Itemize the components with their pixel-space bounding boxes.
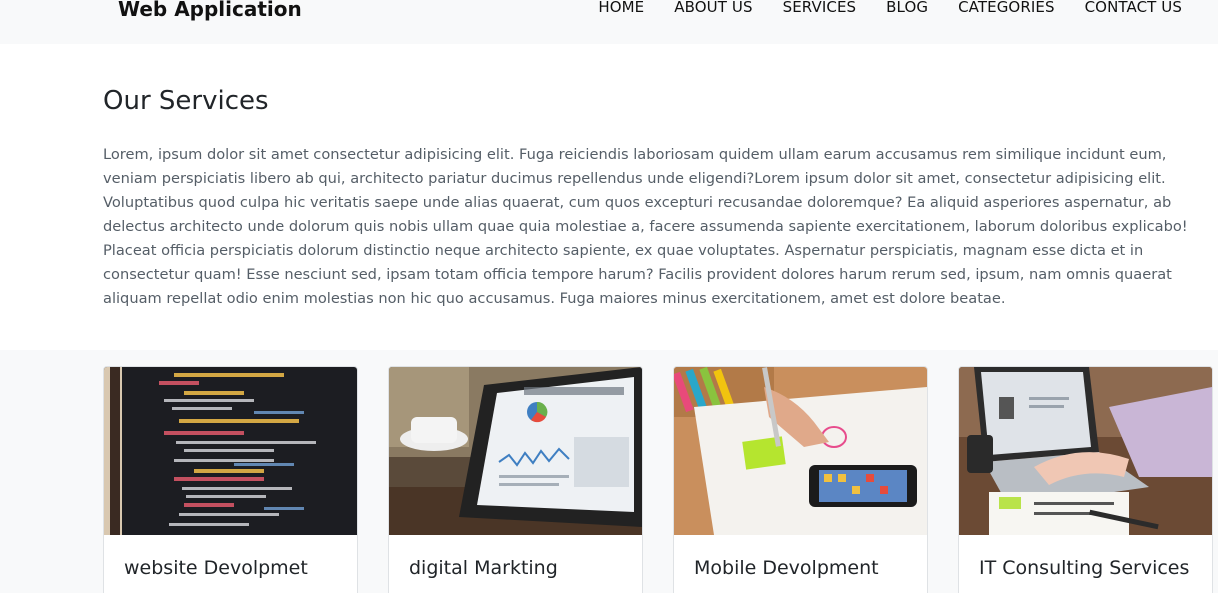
service-card-mobile-development[interactable]: Mobile Devolpment — [673, 366, 928, 593]
sketching-wireframes-image — [674, 367, 927, 535]
nav-link-about-us[interactable]: ABOUT US — [674, 0, 752, 16]
brand-logo[interactable]: Web Application — [118, 0, 302, 21]
navbar: Web Application HOME ABOUT US SERVICES B… — [0, 0, 1218, 44]
service-card-website[interactable]: website Devolpmet — [103, 366, 358, 593]
services-intro-section: Our Services Lorem, ipsum dolor sit amet… — [0, 44, 1218, 350]
service-card-it-consulting[interactable]: IT Consulting Services — [958, 366, 1213, 593]
service-card-title: website Devolpmet — [124, 557, 308, 579]
service-card-title: IT Consulting Services — [979, 557, 1190, 579]
nav-link-blog[interactable]: BLOG — [886, 0, 928, 16]
services-description: Lorem, ipsum dolor sit amet consectetur … — [103, 146, 1188, 307]
nav-links: HOME ABOUT US SERVICES BLOG CATEGORIES C… — [598, 0, 1182, 16]
tablet-analytics-image — [389, 367, 642, 535]
nav-link-categories[interactable]: CATEGORIES — [958, 0, 1055, 16]
nav-link-services[interactable]: SERVICES — [783, 0, 857, 16]
services-heading: Our Services — [103, 86, 269, 116]
nav-link-home[interactable]: HOME — [598, 0, 644, 16]
service-card-title: Mobile Devolpment — [694, 557, 879, 579]
nav-link-contact-us[interactable]: CONTACT US — [1085, 0, 1182, 16]
code-screen-image — [104, 367, 357, 535]
service-card-digital-marketing[interactable]: digital Markting — [388, 366, 643, 593]
laptop-typing-image — [959, 367, 1212, 535]
services-cards-section: website Devolpmet digital Markting Mobil… — [0, 350, 1218, 593]
service-card-title: digital Markting — [409, 557, 558, 579]
